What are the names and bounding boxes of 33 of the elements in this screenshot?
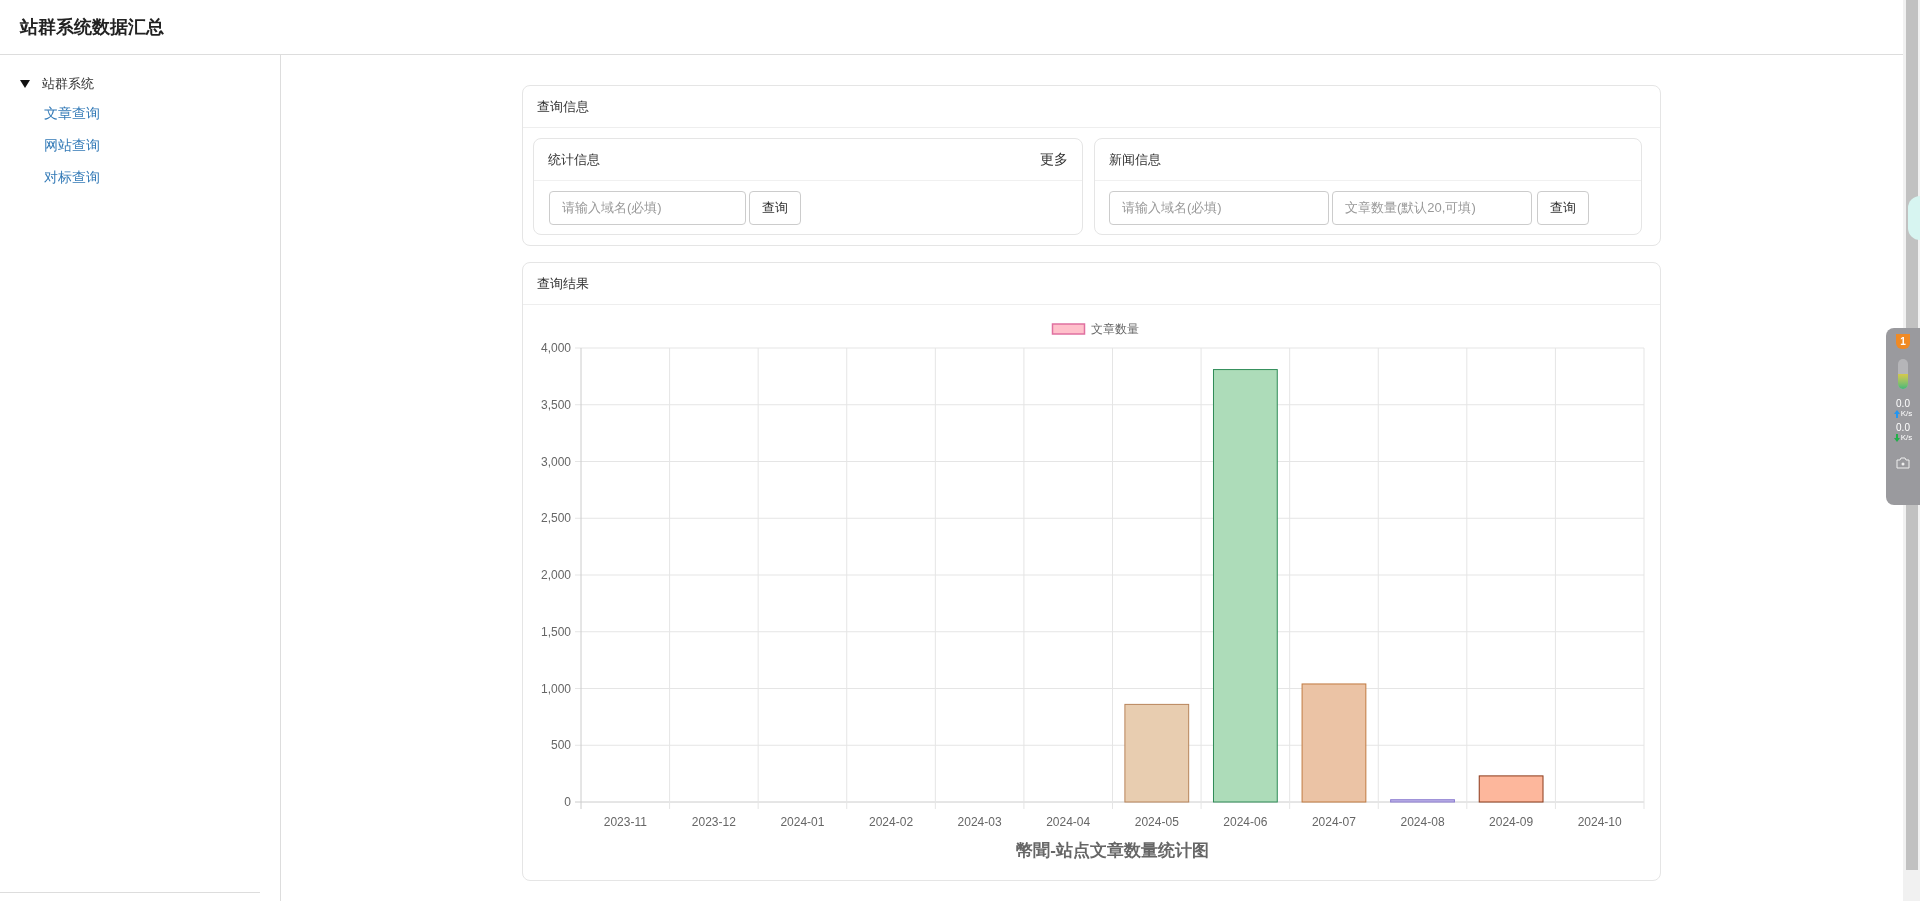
card-title: 统计信息 (548, 150, 600, 169)
shield-badge: 1 (1896, 334, 1910, 349)
x-tick-label: 2024-07 (1311, 815, 1356, 829)
card-title: 查询信息 (537, 97, 589, 116)
x-tick-label: 2024-08 (1400, 815, 1445, 829)
legend-label: 文章数量 (1090, 322, 1139, 336)
x-tick-label: 2024-10 (1577, 815, 1622, 829)
card-title: 新闻信息 (1109, 150, 1161, 169)
upload-rate: 0.0 (1896, 399, 1910, 409)
x-tick-label: 2024-03 (957, 815, 1002, 829)
x-tick-label: 2023-12 (691, 815, 736, 829)
x-tick-label: 2024-04 (1046, 815, 1091, 829)
y-tick-label: 2,000 (540, 568, 571, 582)
download-rate: 0.0 (1896, 423, 1910, 433)
x-tick-label: 2024-06 (1223, 815, 1268, 829)
download-unit: K/s (1900, 433, 1913, 443)
y-tick-label: 1,500 (540, 624, 571, 639)
x-tick-label: 2024-01 (780, 815, 825, 829)
y-tick-label: 3,500 (540, 397, 571, 412)
x-tick-label: 2024-09 (1489, 815, 1534, 829)
y-tick-label: 2,500 (540, 511, 571, 526)
x-tick-label: 2024-05 (1134, 815, 1179, 829)
upload-unit: K/s (1900, 409, 1913, 419)
x-tick-label: 2023-11 (603, 815, 647, 829)
y-tick-label: 3,000 (540, 454, 571, 469)
y-tick-label: 0 (564, 795, 571, 809)
y-tick-label: 500 (550, 738, 571, 753)
x-tick-label: 2024-02 (869, 815, 914, 829)
y-tick-label: 4,000 (540, 341, 571, 355)
y-tick-label: 1,000 (540, 681, 571, 696)
card-title: 查询结果 (537, 274, 589, 293)
page-title: 站群系统数据汇总 (20, 15, 164, 39)
chart-title: 幣聞-站点文章数量统计图 (1016, 841, 1209, 860)
